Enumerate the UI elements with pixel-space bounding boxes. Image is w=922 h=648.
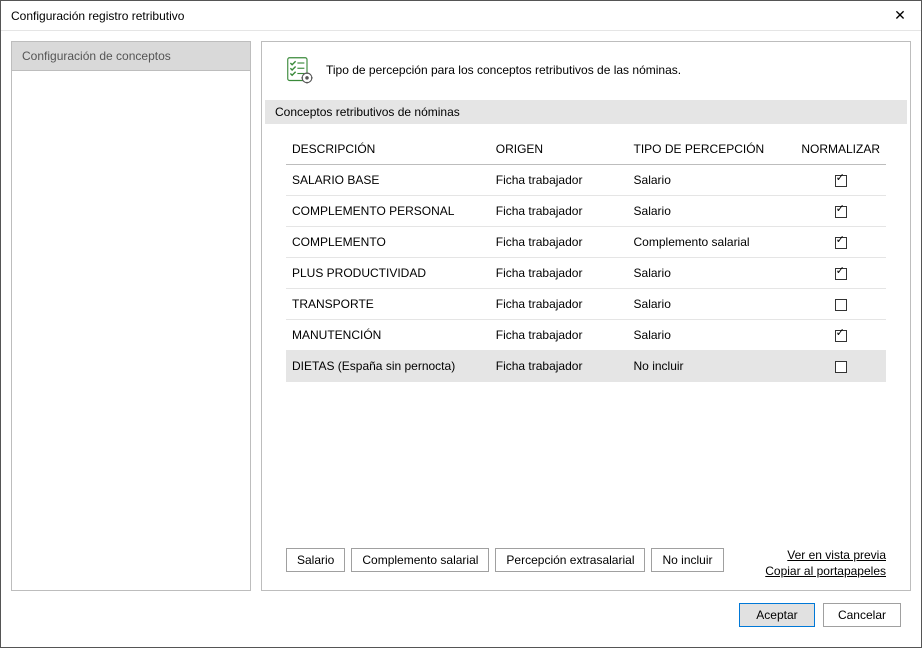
cell-origen: Ficha trabajador (490, 227, 628, 258)
cell-tipo: Salario (628, 320, 796, 351)
btn-salario[interactable]: Salario (286, 548, 345, 572)
cell-tipo: Complemento salarial (628, 227, 796, 258)
cell-tipo: Salario (628, 289, 796, 320)
col-tipo[interactable]: TIPO DE PERCEPCIÓN (628, 134, 796, 165)
btn-extrasalarial[interactable]: Percepción extrasalarial (495, 548, 645, 572)
normalizar-checkbox[interactable] (835, 175, 847, 187)
normalizar-checkbox[interactable] (835, 330, 847, 342)
table-row[interactable]: PLUS PRODUCTIVIDADFicha trabajadorSalari… (286, 258, 886, 289)
cell-tipo: Salario (628, 196, 796, 227)
section-header: Conceptos retributivos de nóminas (265, 100, 907, 124)
cancel-button[interactable]: Cancelar (823, 603, 901, 627)
table-row[interactable]: COMPLEMENTO PERSONALFicha trabajadorSala… (286, 196, 886, 227)
table-header-row: DESCRIPCIÓN ORIGEN TIPO DE PERCEPCIÓN NO… (286, 134, 886, 165)
table-row[interactable]: MANUTENCIÓNFicha trabajadorSalario (286, 320, 886, 351)
cell-origen: Ficha trabajador (490, 258, 628, 289)
section-title: Conceptos retributivos de nóminas (275, 105, 460, 119)
cell-descripcion: COMPLEMENTO (286, 227, 490, 258)
close-icon: ✕ (894, 7, 906, 24)
normalizar-checkbox[interactable] (835, 361, 847, 373)
main-panel: Tipo de percepción para los conceptos re… (261, 41, 911, 591)
cell-descripcion: MANUTENCIÓN (286, 320, 490, 351)
accept-button[interactable]: Aceptar (739, 603, 815, 627)
cell-normalizar (795, 351, 886, 382)
cell-tipo: Salario (628, 258, 796, 289)
cell-origen: Ficha trabajador (490, 165, 628, 196)
panel-header: Tipo de percepción para los conceptos re… (262, 56, 910, 100)
sidebar-item-label: Configuración de conceptos (22, 49, 171, 63)
normalizar-checkbox[interactable] (835, 237, 847, 249)
normalizar-checkbox[interactable] (835, 268, 847, 280)
table-row[interactable]: SALARIO BASEFicha trabajadorSalario (286, 165, 886, 196)
cell-normalizar (795, 289, 886, 320)
panels: Configuración de conceptos (11, 41, 911, 591)
normalizar-checkbox[interactable] (835, 299, 847, 311)
checklist-gear-icon (286, 56, 314, 84)
link-group: Ver en vista previa Copiar al portapapel… (765, 548, 886, 578)
cell-normalizar (795, 227, 886, 258)
cell-descripcion: PLUS PRODUCTIVIDAD (286, 258, 490, 289)
col-descripcion[interactable]: DESCRIPCIÓN (286, 134, 490, 165)
dialog-footer: Aceptar Cancelar (11, 601, 911, 637)
conceptos-table: DESCRIPCIÓN ORIGEN TIPO DE PERCEPCIÓN NO… (286, 134, 886, 382)
cell-normalizar (795, 196, 886, 227)
cell-normalizar (795, 165, 886, 196)
table-row[interactable]: TRANSPORTEFicha trabajadorSalario (286, 289, 886, 320)
window-title: Configuración registro retributivo (11, 9, 184, 23)
table-row[interactable]: DIETAS (España sin pernocta)Ficha trabaj… (286, 351, 886, 382)
cell-descripcion: TRANSPORTE (286, 289, 490, 320)
cell-tipo: Salario (628, 165, 796, 196)
cell-normalizar (795, 320, 886, 351)
type-button-group: Salario Complemento salarial Percepción … (286, 548, 724, 572)
col-origen[interactable]: ORIGEN (490, 134, 628, 165)
cell-tipo: No incluir (628, 351, 796, 382)
sidebar-item-conceptos[interactable]: Configuración de conceptos (12, 42, 250, 71)
bottom-row: Salario Complemento salarial Percepción … (262, 548, 910, 578)
link-copy[interactable]: Copiar al portapapeles (765, 564, 886, 578)
cell-descripcion: COMPLEMENTO PERSONAL (286, 196, 490, 227)
panel-description: Tipo de percepción para los conceptos re… (326, 63, 681, 77)
close-button[interactable]: ✕ (879, 1, 921, 31)
cell-origen: Ficha trabajador (490, 196, 628, 227)
titlebar: Configuración registro retributivo ✕ (1, 1, 921, 31)
dialog-window: Configuración registro retributivo ✕ Con… (0, 0, 922, 648)
link-preview[interactable]: Ver en vista previa (787, 548, 886, 562)
dialog-body: Configuración de conceptos (1, 31, 921, 647)
cell-origen: Ficha trabajador (490, 320, 628, 351)
cell-origen: Ficha trabajador (490, 351, 628, 382)
normalizar-checkbox[interactable] (835, 206, 847, 218)
btn-no-incluir[interactable]: No incluir (651, 548, 723, 572)
sidebar: Configuración de conceptos (11, 41, 251, 591)
cell-descripcion: SALARIO BASE (286, 165, 490, 196)
cell-descripcion: DIETAS (España sin pernocta) (286, 351, 490, 382)
table-row[interactable]: COMPLEMENTOFicha trabajadorComplemento s… (286, 227, 886, 258)
col-normalizar[interactable]: NORMALIZAR (795, 134, 886, 165)
cell-normalizar (795, 258, 886, 289)
btn-complemento[interactable]: Complemento salarial (351, 548, 489, 572)
cell-origen: Ficha trabajador (490, 289, 628, 320)
table-container: DESCRIPCIÓN ORIGEN TIPO DE PERCEPCIÓN NO… (262, 124, 910, 548)
